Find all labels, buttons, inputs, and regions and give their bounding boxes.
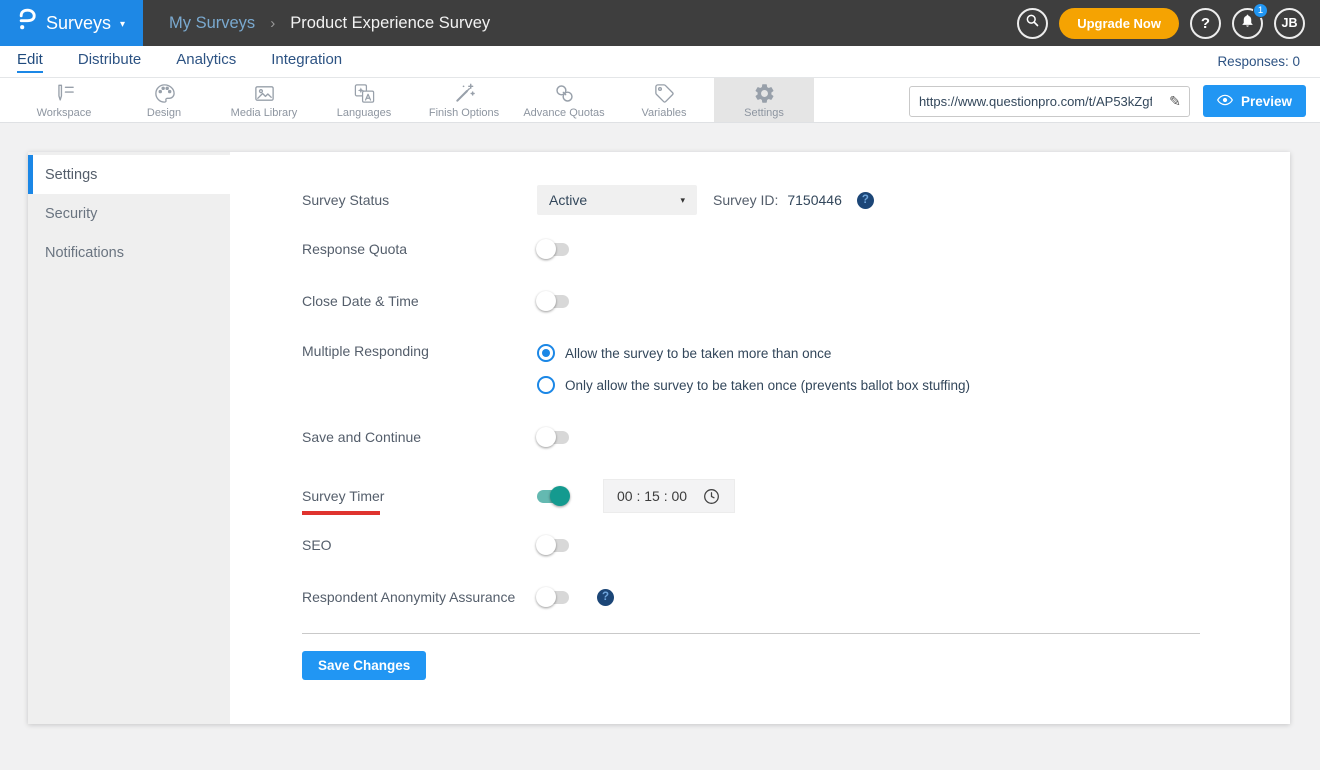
anonymity-toggle[interactable] [536, 587, 569, 607]
timer-duration-input[interactable]: 00 : 15 : 00 [603, 479, 736, 513]
variables-icon [653, 81, 676, 105]
response-quota-toggle[interactable] [536, 239, 569, 259]
survey-id: Survey ID: 7150446 ? [713, 191, 874, 209]
notifications-button[interactable]: 1 [1232, 2, 1268, 39]
user-avatar[interactable]: JB [1274, 7, 1305, 39]
edit-url-pencil-icon[interactable]: ✎ [1161, 93, 1189, 110]
toolbar-advance-quotas[interactable]: Advance Quotas [514, 78, 614, 122]
toolbar-languages[interactable]: Languages [314, 78, 414, 122]
edit-toolbar: Workspace Design Media Library Languages… [0, 78, 1320, 123]
anonymity-help-icon[interactable]: ? [597, 588, 614, 606]
responses-count: Responses: 0 [1217, 54, 1300, 69]
survey-status-label: Survey Status [302, 192, 390, 208]
notification-badge: 1 [1253, 2, 1268, 18]
close-date-row: Close Date & Time [302, 291, 1290, 311]
tab-distribute[interactable]: Distribute [78, 51, 141, 73]
multiple-responding-row: Multiple Responding Allow the survey to … [302, 343, 1290, 395]
search-icon [1025, 13, 1040, 33]
survey-timer-row: Survey Timer 00 : 15 : 00 [302, 479, 1290, 515]
advance-quotas-icon [553, 81, 576, 105]
header-actions: Upgrade Now ? 1 JB [1017, 2, 1320, 39]
settings-gear-icon [753, 81, 776, 105]
tab-integration[interactable]: Integration [271, 51, 342, 73]
radio-unselected-icon [537, 376, 555, 394]
toolbar-finish-options[interactable]: Finish Options [414, 78, 514, 122]
design-icon [153, 81, 176, 105]
question-mark-icon: ? [1200, 14, 1211, 32]
bell-icon [1240, 13, 1255, 33]
brand-label: Surveys [45, 12, 111, 33]
survey-timer-toggle[interactable] [537, 486, 570, 506]
save-continue-label: Save and Continue [302, 429, 422, 445]
save-changes-button[interactable]: Save Changes [302, 651, 427, 680]
survey-status-row: Survey Status Active ▾ Survey ID: 715044… [302, 185, 1290, 215]
tab-analytics[interactable]: Analytics [176, 51, 236, 73]
toolbar-variables[interactable]: Variables [614, 78, 714, 122]
chevron-down-icon: ▾ [120, 18, 126, 30]
survey-id-help-icon[interactable]: ? [856, 191, 874, 209]
clock-icon [702, 487, 721, 506]
seo-row: SEO [302, 535, 1290, 555]
seo-label: SEO [302, 537, 332, 553]
response-quota-row: Response Quota [302, 239, 1290, 259]
survey-nav-tabs: Edit Distribute Analytics Integration Re… [0, 46, 1320, 78]
breadcrumb: My Surveys › Product Experience Survey [169, 14, 490, 33]
chevron-down-icon: ▾ [680, 194, 685, 205]
survey-timer-label: Survey Timer [302, 488, 537, 515]
survey-url-input[interactable] [909, 93, 1161, 109]
close-date-label: Close Date & Time [302, 293, 419, 309]
help-button[interactable]: ? [1190, 7, 1221, 39]
radio-selected-icon [537, 344, 555, 362]
languages-icon [353, 81, 376, 105]
radio-only-once[interactable]: Only allow the survey to be taken once (… [537, 375, 970, 395]
top-header: Surveys ▾ My Surveys › Product Experienc… [0, 0, 1320, 46]
eye-icon [1216, 94, 1233, 109]
breadcrumb-separator-icon: › [270, 14, 276, 32]
sidebar-item-notifications[interactable]: Notifications [28, 233, 230, 272]
save-continue-toggle[interactable] [536, 427, 569, 447]
save-continue-row: Save and Continue [302, 427, 1290, 447]
multiple-responding-label: Multiple Responding [302, 343, 429, 359]
sidebar-item-settings[interactable]: Settings [28, 155, 230, 194]
response-quota-label: Response Quota [302, 241, 408, 257]
settings-sidebar: Settings Security Notifications [28, 152, 230, 724]
toolbar-workspace[interactable]: Workspace [14, 78, 114, 122]
breadcrumb-my-surveys[interactable]: My Surveys [169, 14, 255, 33]
toolbar-right: ✎ Preview [908, 85, 1306, 117]
settings-form: Survey Status Active ▾ Survey ID: 715044… [230, 152, 1290, 724]
form-divider [302, 633, 1200, 634]
anonymity-row: Respondent Anonymity Assurance ? [302, 587, 1290, 607]
toolbar-media-library[interactable]: Media Library [214, 78, 314, 122]
finish-options-icon [453, 81, 476, 105]
toolbar-settings[interactable]: Settings [714, 78, 814, 122]
search-button[interactable] [1017, 7, 1049, 39]
close-date-toggle[interactable] [536, 291, 569, 311]
survey-id-value: 7150446 [787, 192, 842, 208]
media-library-icon [253, 81, 276, 105]
radio-allow-multiple[interactable]: Allow the survey to be taken more than o… [537, 343, 970, 363]
toolbar-design[interactable]: Design [114, 78, 214, 122]
breadcrumb-survey-title: Product Experience Survey [290, 13, 491, 32]
sidebar-item-security[interactable]: Security [28, 194, 230, 233]
red-annotation-underline [302, 511, 380, 515]
upgrade-now-button[interactable]: Upgrade Now [1059, 7, 1179, 39]
settings-card: Settings Security Notifications Survey S… [28, 152, 1290, 724]
preview-button[interactable]: Preview [1202, 85, 1306, 117]
tab-edit[interactable]: Edit [17, 51, 43, 73]
seo-toggle[interactable] [536, 535, 569, 555]
workspace-icon [53, 81, 76, 105]
anonymity-label: Respondent Anonymity Assurance [302, 589, 516, 605]
brand-menu[interactable]: Surveys ▾ [0, 0, 143, 46]
questionpro-logo-icon [18, 8, 37, 38]
survey-status-select[interactable]: Active ▾ [537, 185, 697, 215]
survey-url-box: ✎ [908, 85, 1190, 117]
